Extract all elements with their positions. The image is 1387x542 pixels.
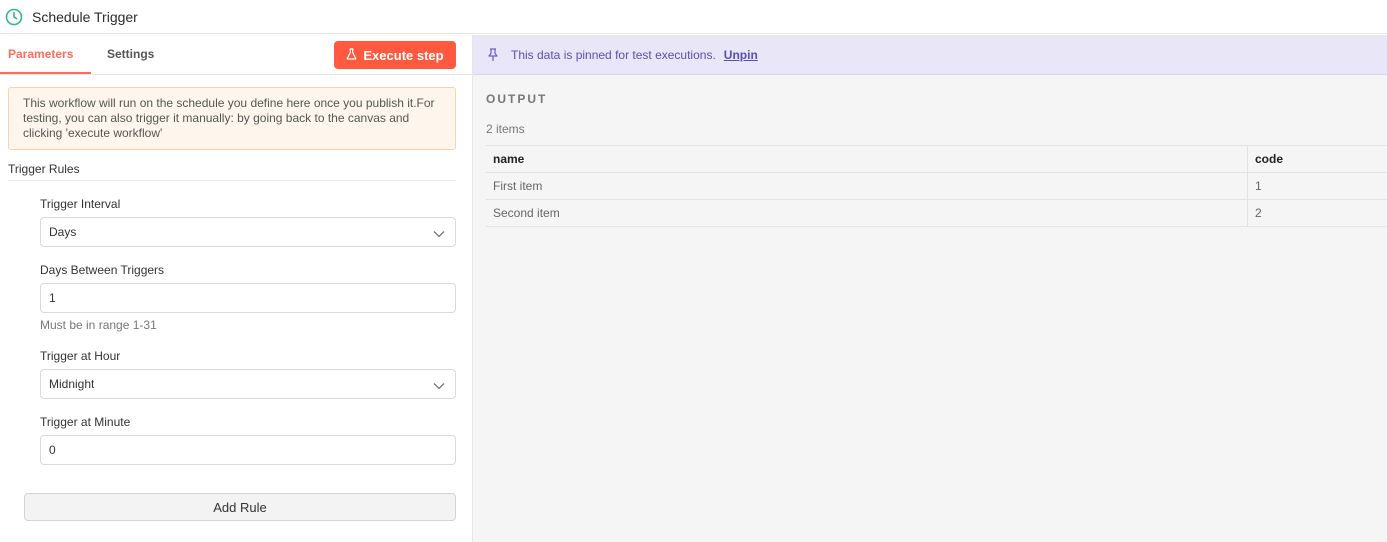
pinned-message: This data is pinned for test executions. <box>511 47 716 62</box>
table-header-row: name code <box>486 146 1387 173</box>
trigger-interval-label: Trigger Interval <box>40 197 121 211</box>
trigger-interval-value: Days <box>49 225 77 239</box>
node-title: Schedule Trigger <box>32 8 138 25</box>
trigger-minute-label: Trigger at Minute <box>40 415 131 429</box>
chevron-down-icon <box>433 379 445 393</box>
panel-tabs: Parameters Settings Execute step <box>0 35 472 75</box>
unpin-link[interactable]: Unpin <box>724 48 758 62</box>
table-cell-code: 2 <box>1255 206 1262 220</box>
pin-icon <box>486 47 500 62</box>
trigger-hour-value: Midnight <box>49 377 95 391</box>
output-panel: This data is pinned for test executions.… <box>472 35 1387 542</box>
range-hint: Must be in range 1-31 <box>40 318 157 332</box>
table-row: First item 1 <box>486 173 1387 200</box>
days-between-label: Days Between Triggers <box>40 263 165 277</box>
trigger-hour-select[interactable]: Midnight <box>40 369 456 399</box>
table-cell-name: First item <box>486 173 1248 199</box>
trigger-rules-title: Trigger Rules <box>8 162 80 176</box>
pinned-data-banner: This data is pinned for test executions.… <box>473 35 1387 75</box>
days-between-input[interactable]: 1 <box>40 283 456 313</box>
trigger-minute-input[interactable]: 0 <box>40 435 456 465</box>
trigger-hour-label: Trigger at Hour <box>40 349 121 363</box>
days-between-value: 1 <box>49 291 56 305</box>
execute-step-button[interactable]: Execute step <box>334 41 456 69</box>
divider <box>8 180 456 181</box>
add-rule-button[interactable]: Add Rule <box>24 493 456 521</box>
publish-notice: This workflow will run on the schedule y… <box>8 87 456 150</box>
trigger-minute-value: 0 <box>49 443 56 457</box>
parameters-panel: Parameters Settings Execute step This wo… <box>0 35 472 542</box>
clock-icon <box>5 8 23 26</box>
tab-settings[interactable]: Settings <box>107 47 154 61</box>
item-count: 2 items <box>486 122 525 136</box>
output-table: name code First item 1 Second item 2 <box>486 145 1387 227</box>
output-title: OUTPUT <box>486 92 548 106</box>
table-row: Second item 2 <box>486 200 1387 227</box>
execute-step-label: Execute step <box>363 47 444 63</box>
trigger-interval-select[interactable]: Days <box>40 217 456 247</box>
flask-icon <box>346 47 357 63</box>
column-header-name: name <box>486 146 1248 172</box>
chevron-down-icon <box>433 227 445 241</box>
table-cell-name: Second item <box>486 200 1248 226</box>
node-header: Schedule Trigger <box>0 0 1387 34</box>
column-header-code: code <box>1255 152 1284 166</box>
table-cell-code: 1 <box>1255 179 1262 193</box>
tab-parameters[interactable]: Parameters <box>8 47 73 61</box>
active-tab-indicator <box>0 72 91 74</box>
